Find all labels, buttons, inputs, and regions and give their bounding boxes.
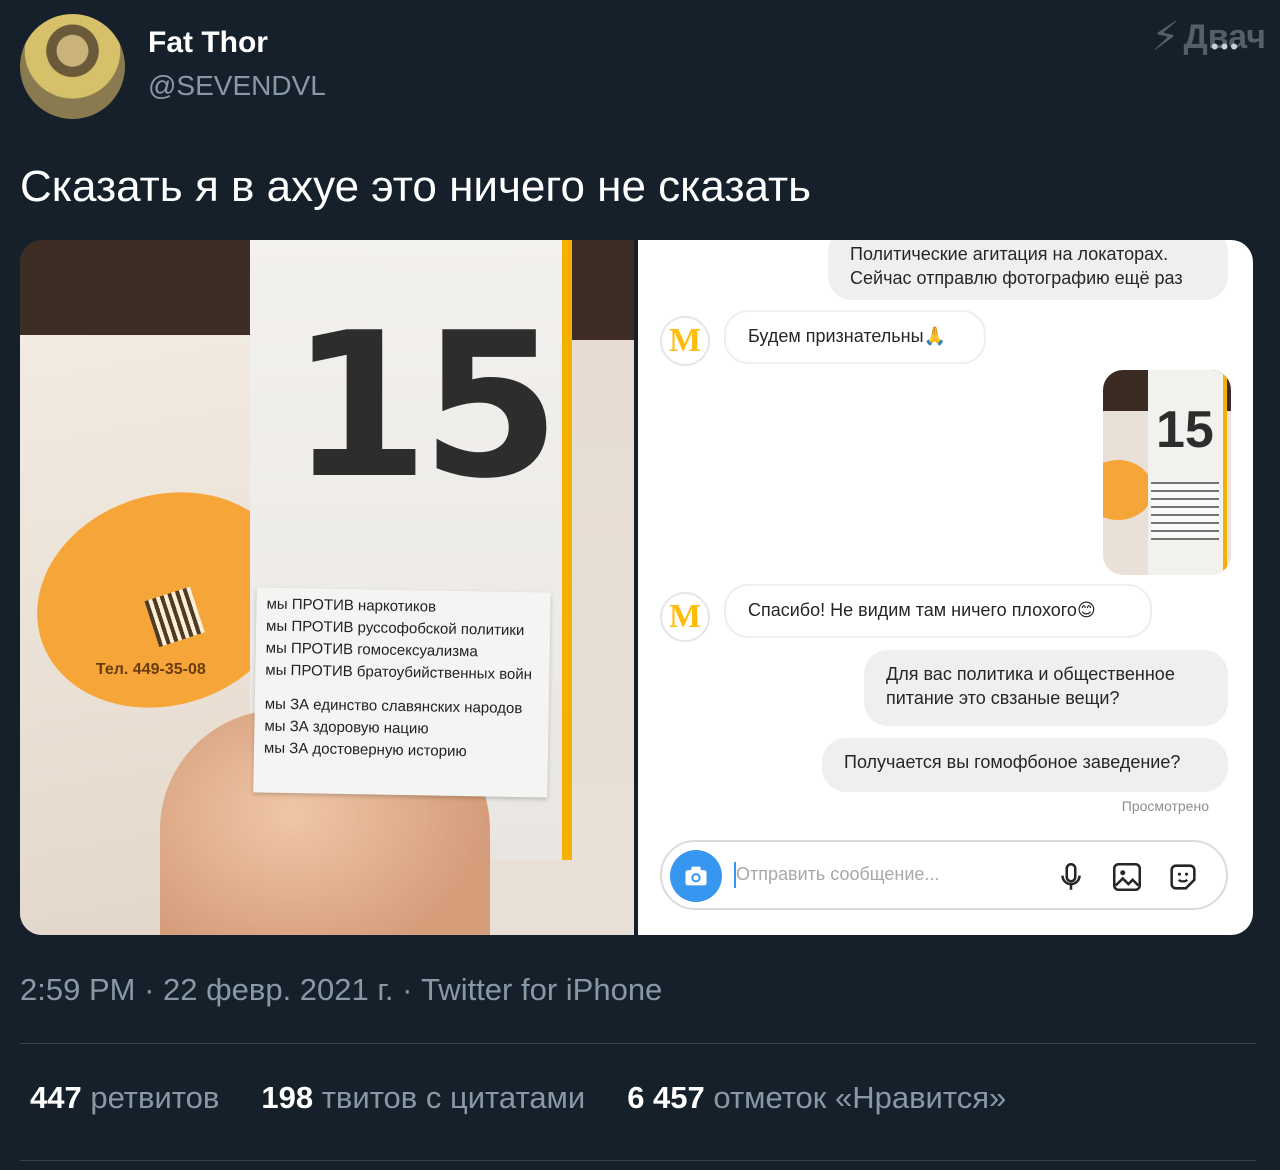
quotes-label: твитов с цитатами [321, 1080, 586, 1115]
likes-count: 6 457 [627, 1080, 705, 1115]
seen-status: Просмотрено [1121, 798, 1209, 814]
sticker-icon[interactable] [1166, 860, 1200, 894]
quotes-stat[interactable]: 198 твитов с цитатами [261, 1080, 585, 1116]
meta-separator: · [402, 972, 422, 1007]
chat-message-incoming: Спасибо! Не видим там ничего плохого😊 [724, 584, 1152, 638]
message-line: Для вас политика и общественное [886, 664, 1175, 684]
thumb-card: 15 [1148, 370, 1227, 575]
tweet-meta: 2:59 PM · 22 февр. 2021 г. · Twitter for… [20, 972, 662, 1008]
message-composer[interactable]: Отправить сообщение... [660, 840, 1228, 910]
qr-code [144, 586, 205, 648]
quotes-count: 198 [261, 1080, 314, 1115]
tweet-text: Сказать я в ахуе это ничего не сказать [20, 162, 812, 211]
retweets-stat[interactable]: 447 ретвитов [30, 1080, 219, 1116]
thumb-sticker [1103, 460, 1153, 520]
mcdonalds-logo-icon: M [660, 592, 710, 642]
divider [20, 1160, 1256, 1161]
tweet-media[interactable]: Тел. 449-35-08 15 мы ПРОТИВ наркотиков м… [20, 240, 1253, 935]
chat-message-outgoing: Получается вы гомофбоное заведение? [822, 738, 1228, 792]
photo-table-card[interactable]: Тел. 449-35-08 15 мы ПРОТИВ наркотиков м… [20, 240, 634, 935]
meta-separator: · [144, 972, 164, 1007]
table-number: 15 [290, 290, 560, 523]
likes-stat[interactable]: 6 457 отметок «Нравится» [627, 1080, 1006, 1116]
message-input[interactable]: Отправить сообщение... [736, 864, 939, 885]
tweet-date[interactable]: 22 февр. 2021 г. [163, 972, 394, 1007]
sticker-phone: Тел. 449-35-08 [95, 660, 206, 678]
avatar[interactable] [20, 14, 125, 119]
chat-message-outgoing: Для вас политика и общественное питание … [864, 650, 1228, 726]
microphone-icon[interactable] [1054, 860, 1088, 894]
note-line: мы ЗА достоверную историю [263, 739, 467, 761]
retweets-label: ретвитов [90, 1080, 220, 1115]
divider [20, 1043, 1256, 1044]
thumb-number: 15 [1156, 401, 1214, 459]
more-options-icon[interactable]: ••• [1211, 34, 1240, 60]
gallery-icon[interactable] [1110, 860, 1144, 894]
message-line: Политические агитация на локаторах. [850, 244, 1169, 264]
message-line: питание это свзаные вещи? [886, 688, 1120, 708]
likes-label: отметок «Нравится» [713, 1080, 1007, 1115]
tweet-source[interactable]: Twitter for iPhone [421, 972, 662, 1007]
chat-message-incoming: Будем признательны🙏 [724, 310, 986, 364]
chat-image-thumbnail[interactable]: 15 [1103, 370, 1231, 575]
retweets-count: 447 [30, 1080, 82, 1115]
lightning-icon: ⚡ [1151, 15, 1180, 59]
political-note: мы ПРОТИВ наркотиков мы ПРОТИВ руссофобс… [253, 587, 551, 798]
chat-message-outgoing: Политические агитация на локаторах. Сейч… [828, 240, 1228, 300]
user-handle[interactable]: @SEVENDVL [148, 70, 326, 102]
message-line: Сейчас отправлю фотографию ещё раз [850, 268, 1183, 288]
tweet-time[interactable]: 2:59 PM [20, 972, 135, 1007]
tweet-stats: 447 ретвитов 198 твитов с цитатами 6 457… [30, 1080, 1006, 1116]
watermark-logo: ⚡ Двач [1151, 14, 1266, 60]
display-name[interactable]: Fat Thor [148, 26, 268, 60]
mcdonalds-logo-icon: M [660, 316, 710, 366]
thumb-note [1151, 482, 1219, 540]
camera-icon[interactable] [670, 850, 722, 902]
photo-chat-screenshot[interactable]: Политические агитация на локаторах. Сейч… [638, 240, 1253, 935]
